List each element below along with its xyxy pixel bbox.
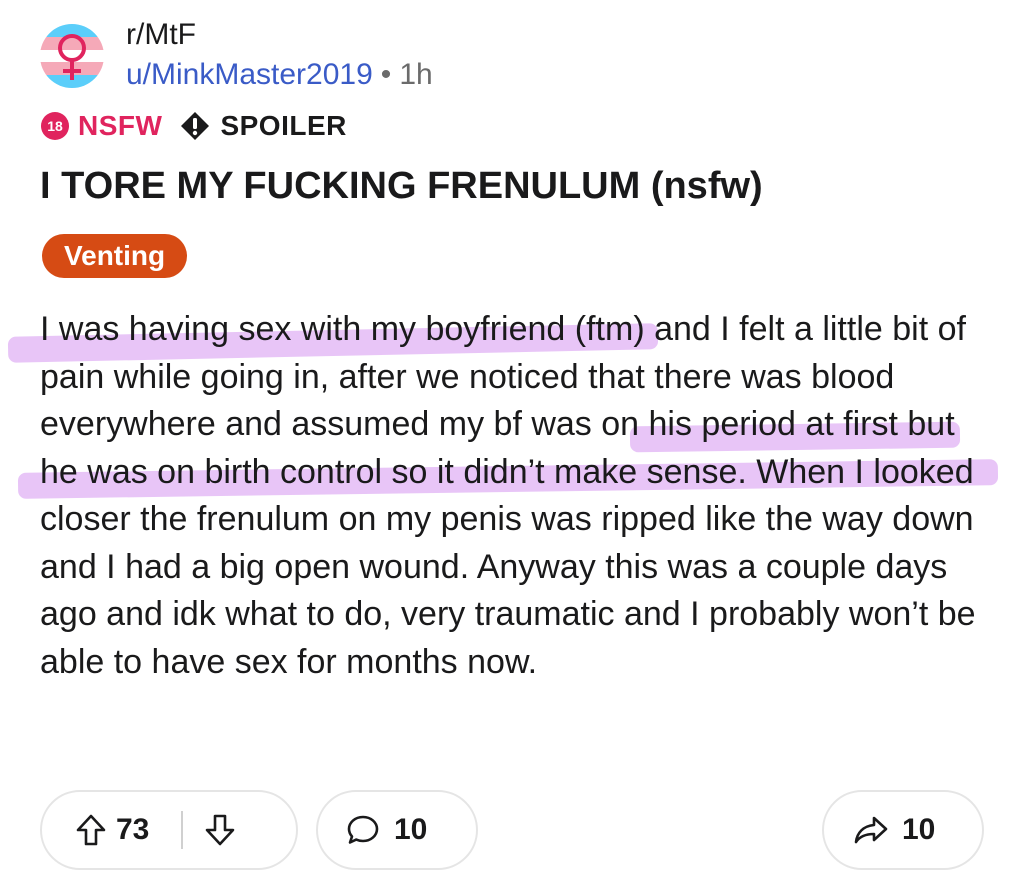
post-meta: u/MinkMaster2019 • 1h (126, 58, 433, 92)
meta-separator: • (380, 58, 392, 91)
share-count: 10 (902, 813, 936, 846)
post-flair[interactable]: Venting (42, 234, 188, 278)
nsfw-18-icon: 18 (40, 111, 70, 141)
post-header: r/MtF u/MinkMaster2019 • 1h (40, 14, 980, 94)
post-age: 1h (399, 58, 433, 91)
trans-flag-venus-icon (40, 24, 104, 88)
upvote-count: 73 (116, 813, 150, 846)
post-action-bar: 73 10 10 (40, 790, 984, 870)
nsfw-badge-number: 18 (47, 118, 63, 134)
post-body-text: I was having sex with my boyfriend (ftm)… (40, 310, 976, 681)
nsfw-label: NSFW (78, 110, 163, 141)
author-link[interactable]: u/MinkMaster2019 (126, 58, 373, 91)
comment-bubble-icon (346, 814, 380, 846)
vote-control: 73 (40, 790, 298, 870)
post-tags: 18 NSFW SPOILER (40, 106, 347, 146)
spoiler-alert-icon (180, 111, 210, 141)
upvote-arrow-icon[interactable] (76, 814, 106, 846)
subreddit-avatar[interactable] (40, 24, 104, 88)
post-title[interactable]: I TORE MY FUCKING FRENULUM (nsfw) (40, 162, 990, 210)
vote-divider (181, 811, 184, 849)
spoiler-label: SPOILER (220, 110, 347, 141)
share-button[interactable]: 10 (822, 790, 984, 870)
comments-button[interactable]: 10 (316, 790, 478, 870)
comment-count: 10 (394, 813, 428, 846)
subreddit-name[interactable]: r/MtF (126, 18, 196, 52)
share-arrow-icon (854, 815, 888, 845)
post-body-container: I was having sex with my boyfriend (ftm)… (7, 306, 999, 686)
downvote-arrow-icon[interactable] (205, 814, 235, 846)
